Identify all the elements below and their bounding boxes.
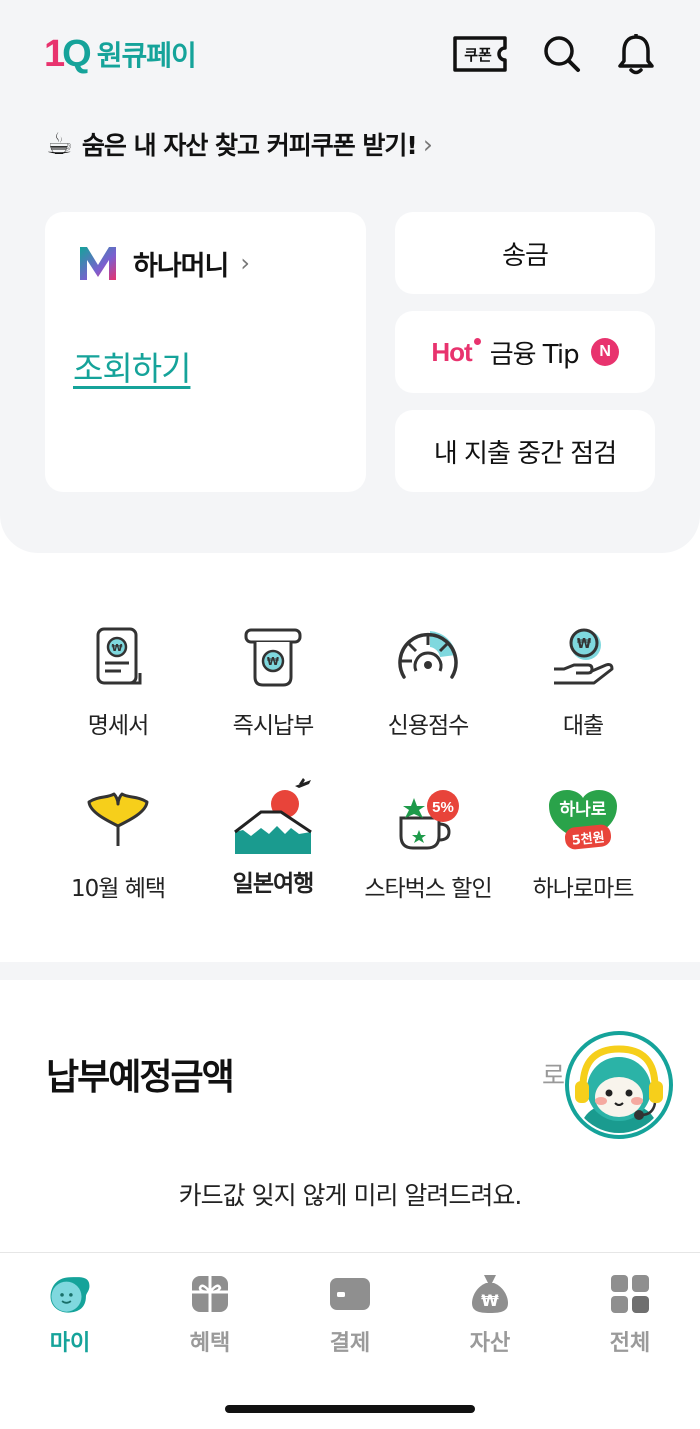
loan-menu[interactable]: ₩ 대출 [498,622,668,740]
instant-pay-label: 즉시납부 [232,713,315,739]
inquiry-link[interactable]: 조회하기 [73,342,191,390]
hanaro-logo-text: 하나로 [560,800,607,820]
coffee-coupon-banner[interactable]: ☕ 숨은 내 자산 찾고 커피쿠폰 받기! › [46,124,433,164]
hand-coin-icon: ₩ [543,622,623,692]
svg-text:₩: ₩ [481,1291,499,1310]
finance-tip-label: 금융 Tip [489,339,580,370]
due-amount-title: 납부예정금액 [46,1057,235,1098]
hanaro-mart-menu[interactable]: 하나로 5천원 하나로마트 [498,785,668,903]
money-bag-icon: ₩ [467,1271,513,1317]
hana-money-card[interactable]: 하나머니 › 조회하기 [45,212,366,492]
hana-money-title: 하나머니 [133,250,229,282]
ginkgo-leaf-icon [78,785,158,855]
statement-label: 명세서 [87,713,149,739]
svg-text:₩: ₩ [267,655,279,668]
japan-travel-label: 일본여행 [232,871,315,897]
coffee-icon: ☕ [46,126,73,162]
spending-check-label: 내 지출 중간 점검 [433,438,617,469]
hanaro-mart-label: 하나로마트 [532,876,635,902]
atm-icon: ₩ [233,622,313,692]
logo-mark: 1Q [44,33,92,75]
tab-all[interactable]: 전체 [560,1271,700,1357]
instant-pay-menu[interactable]: ₩ 즉시납부 [188,622,358,740]
coupon-label: 쿠폰 [464,46,492,64]
bottom-tab-bar: 마이 혜택 결제 ₩ 자산 전체 [0,1252,700,1429]
tab-assets-label: 자산 [469,1331,511,1356]
gauge-icon [388,622,468,692]
hana-money-header[interactable]: 하나머니 › [77,242,250,284]
transfer-label: 송금 [502,240,549,271]
section-divider [0,962,700,980]
hana-money-logo-icon [80,247,116,280]
loan-label: 대출 [562,713,604,739]
tab-payment-label: 결제 [329,1331,371,1356]
face-icon [47,1271,93,1317]
app-logo[interactable]: 1Q 원큐페이 [44,33,197,75]
tab-all-label: 전체 [609,1331,651,1356]
tab-benefits-label: 혜택 [189,1331,231,1356]
receipt-icon: ₩ [78,622,158,692]
credit-score-menu[interactable]: 신용점수 [343,622,513,740]
tab-benefits[interactable]: 혜택 [140,1271,280,1357]
october-benefit-label: 10월 혜택 [70,876,166,902]
tab-my-label: 마이 [49,1331,91,1356]
starbucks-label: 스타벅스 할인 [364,876,492,902]
hot-label: Hot [431,336,482,367]
starbucks-menu[interactable]: 5% 스타벅스 할인 [343,785,513,903]
promo-text: 숨은 내 자산 찾고 커피쿠폰 받기! [81,131,418,160]
card-icon [327,1271,373,1317]
mount-fuji-icon [233,778,313,856]
starbucks-cup-icon: 5% [388,785,468,855]
new-badge: N [590,338,619,366]
statement-menu[interactable]: ₩ 명세서 [33,622,203,740]
october-benefit-menu[interactable]: 10월 혜택 [33,785,203,903]
transfer-button[interactable]: 송금 [395,212,655,294]
svg-text:₩: ₩ [577,637,592,652]
finance-tip-button[interactable]: Hot 금융 Tip N [395,311,655,393]
bell-icon[interactable] [616,34,656,75]
home-indicator[interactable] [225,1405,475,1413]
hanaro-mart-logo-icon: 하나로 5천원 [543,785,623,855]
chevron-right-icon: › [240,249,250,277]
logo-text: 원큐페이 [96,39,197,72]
chatbot-mascot-button[interactable] [565,1031,673,1139]
japan-travel-menu[interactable]: 일본여행 [188,778,358,898]
svg-text:₩: ₩ [111,643,122,654]
search-icon[interactable] [542,34,582,74]
coupon-icon[interactable]: 쿠폰 [452,34,508,74]
due-amount-description: 카드값 잊지 않게 미리 알려드려요. [178,1181,523,1210]
tab-assets[interactable]: ₩ 자산 [420,1271,560,1357]
spending-check-button[interactable]: 내 지출 중간 점검 [395,410,655,492]
grid-icon [607,1271,653,1317]
chevron-right-icon: › [422,129,433,159]
tab-payment[interactable]: 결제 [280,1271,420,1357]
credit-score-label: 신용점수 [387,713,470,739]
starbucks-badge: 5% [432,799,454,816]
gift-icon [187,1271,233,1317]
tab-my[interactable]: 마이 [0,1271,140,1357]
